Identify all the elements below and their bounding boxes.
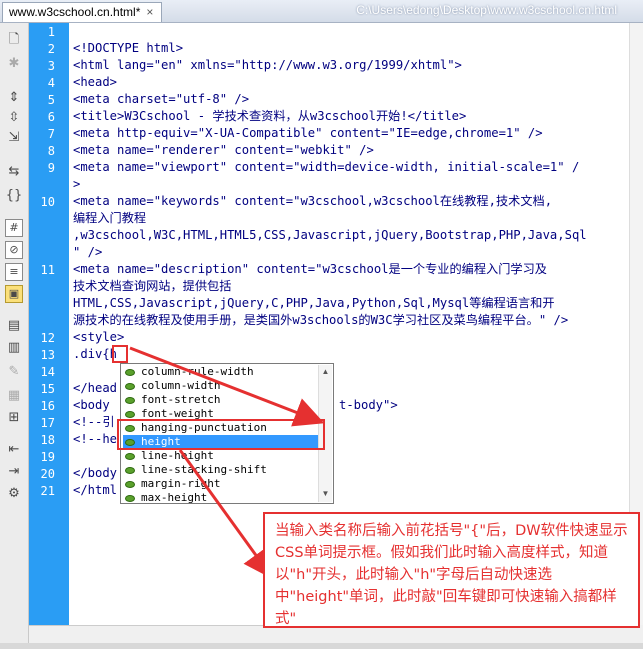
arrow-to-note bbox=[178, 449, 274, 580]
annotation-note: 当输入类名称后输入前花括号"{"后，DW软件快速显示CSS单词提示框。假如我们此… bbox=[263, 512, 640, 628]
arrow-to-height bbox=[129, 346, 325, 427]
